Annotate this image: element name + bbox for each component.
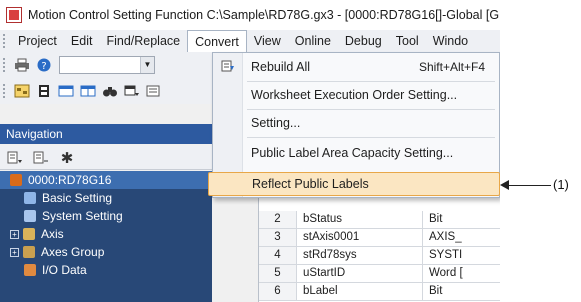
row-number: 5 [259, 265, 297, 282]
label-name-cell[interactable]: bLabel [297, 283, 423, 300]
collapse-all-icon[interactable] [32, 149, 50, 167]
module-icon [10, 174, 22, 186]
table-row[interactable]: 4 stRd78sys SYSTI [259, 247, 500, 265]
callout-leader-line [506, 185, 551, 186]
tree-item-label: Basic Setting [42, 191, 113, 205]
menu-item-shortcut: Shift+Alt+F4 [418, 60, 485, 74]
window-split-icon[interactable] [79, 82, 97, 100]
title-bar: Motion Control Setting Function C:\Sampl… [0, 0, 500, 30]
tree-item-axes-group[interactable]: + Axes Group [0, 243, 212, 261]
toolbar-combo-box[interactable]: ▼ [59, 56, 155, 74]
menu-item-rebuild-all[interactable]: Rebuild All Shift+Alt+F4 [213, 55, 499, 79]
axis-icon [23, 228, 35, 240]
window-title: Motion Control Setting Function C:\Sampl… [28, 8, 500, 22]
menu-item-label: Reflect Public Labels [252, 177, 369, 191]
menu-item-reflect-public-labels[interactable]: Reflect Public Labels [208, 172, 500, 196]
navigation-header: Navigation [0, 124, 212, 144]
menu-item-label: Rebuild All [251, 60, 311, 74]
tree-item-label: 0000:RD78G16 [28, 173, 112, 187]
axes-group-icon [23, 246, 35, 258]
data-type-cell[interactable]: Word [ [423, 265, 500, 282]
module-view-icon[interactable] [35, 82, 53, 100]
menu-item-worksheet-execution-order[interactable]: Worksheet Execution Order Setting... [213, 83, 499, 107]
table-row[interactable]: 3 stAxis0001 AXIS_ [259, 229, 500, 247]
label-name-cell[interactable]: uStartID [297, 265, 423, 282]
menu-item-label: Public Label Area Capacity Setting... [251, 146, 454, 160]
tree-item-basic-setting[interactable]: Basic Setting [0, 189, 212, 207]
callout-label: (1) [553, 177, 569, 192]
tree-item-io-data[interactable]: I/O Data [0, 261, 212, 279]
svg-text:?: ? [41, 61, 46, 72]
expand-icon[interactable]: + [10, 247, 19, 257]
menubar-grip [3, 34, 9, 48]
tree-item-system-setting[interactable]: System Setting [0, 207, 212, 225]
data-type-cell[interactable]: Bit [423, 211, 500, 228]
app-icon [6, 7, 22, 23]
chevron-down-icon[interactable]: ▼ [140, 57, 154, 73]
tree-item-label: Axes Group [41, 245, 105, 259]
cross-reference-icon[interactable] [123, 82, 141, 100]
toolbar-grip [3, 84, 9, 98]
menu-view[interactable]: View [247, 30, 288, 52]
table-row[interactable]: 6 bLabel Bit [259, 283, 500, 301]
tree-item-axis[interactable]: + Axis [0, 225, 212, 243]
project-view-icon[interactable] [13, 82, 31, 100]
data-type-cell[interactable]: Bit [423, 283, 500, 300]
menu-find-replace[interactable]: Find/Replace [99, 30, 187, 52]
menu-debug[interactable]: Debug [338, 30, 389, 52]
label-name-cell[interactable]: stRd78sys [297, 247, 423, 264]
row-number: 4 [259, 247, 297, 264]
system-setting-icon [24, 210, 36, 222]
menu-edit[interactable]: Edit [64, 30, 100, 52]
menu-window[interactable]: Windo [426, 30, 475, 52]
menu-bar: Project Edit Find/Replace Convert View O… [0, 29, 500, 53]
tree-item-label: I/O Data [42, 263, 87, 277]
binoculars-icon[interactable] [101, 82, 119, 100]
table-row[interactable]: 2 bStatus Bit [259, 211, 500, 229]
table-row[interactable]: 5 uStartID Word [ [259, 265, 500, 283]
menu-item-setting[interactable]: Setting... [213, 111, 499, 135]
application-window: Motion Control Setting Function C:\Sampl… [0, 0, 500, 302]
menu-item-public-label-area-capacity[interactable]: Public Label Area Capacity Setting... [213, 141, 499, 165]
label-name-cell[interactable]: stAxis0001 [297, 229, 423, 246]
help-icon[interactable]: ? [35, 56, 53, 74]
basic-setting-icon [24, 192, 36, 204]
menu-separator [247, 81, 495, 82]
menu-tool[interactable]: Tool [389, 30, 426, 52]
row-number: 6 [259, 283, 297, 300]
gear-icon[interactable]: ✱ [58, 149, 76, 167]
print-icon[interactable] [13, 56, 31, 74]
data-type-cell[interactable]: SYSTI [423, 247, 500, 264]
tree-item-label: System Setting [42, 209, 123, 223]
menu-online[interactable]: Online [288, 30, 338, 52]
menu-project[interactable]: Project [11, 30, 64, 52]
device-list-icon[interactable] [145, 82, 163, 100]
menu-separator [247, 109, 495, 110]
menu-item-label: Worksheet Execution Order Setting... [251, 88, 458, 102]
menu-item-label: Setting... [251, 116, 301, 130]
row-number: 2 [259, 211, 297, 228]
toolbar-grip [3, 58, 9, 72]
menu-convert[interactable]: Convert [187, 29, 247, 53]
menu-separator [247, 137, 495, 138]
convert-dropdown-menu: Rebuild All Shift+Alt+F4 Worksheet Execu… [208, 52, 500, 198]
rebuild-icon [213, 59, 243, 76]
window-layout-icon[interactable] [57, 82, 75, 100]
label-name-cell[interactable]: bStatus [297, 211, 423, 228]
io-data-icon [24, 264, 36, 276]
row-number: 3 [259, 229, 297, 246]
expand-icon[interactable]: + [10, 229, 19, 239]
navigation-toolbar: ✱ [0, 146, 212, 170]
tree-item-label: Axis [41, 227, 64, 241]
filter-icon[interactable] [6, 149, 24, 167]
navigation-tree: 0000:RD78G16 Basic Setting System Settin… [0, 171, 212, 302]
tree-item-module[interactable]: 0000:RD78G16 [0, 171, 212, 189]
data-type-cell[interactable]: AXIS_ [423, 229, 500, 246]
